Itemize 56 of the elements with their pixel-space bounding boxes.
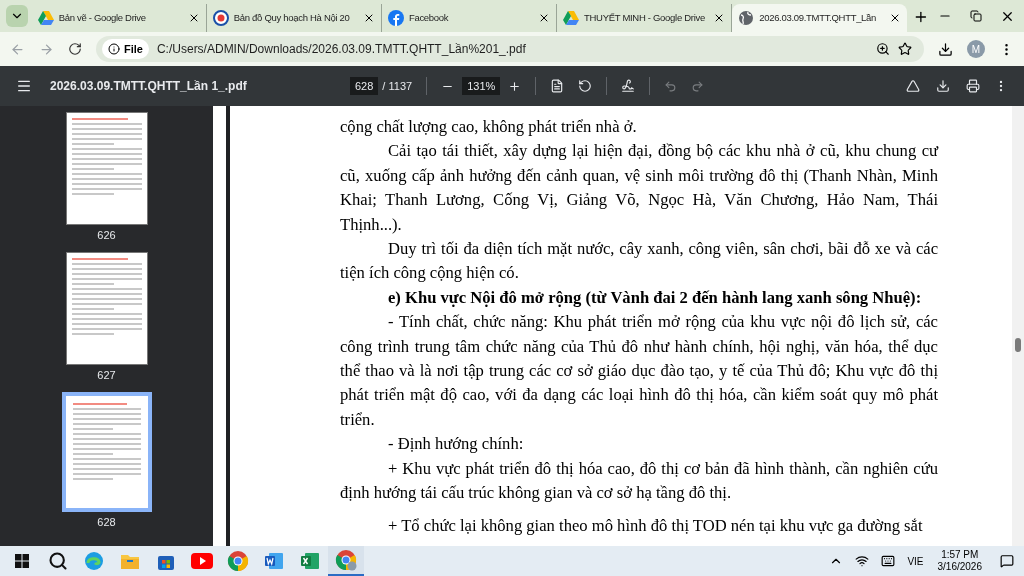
restore-icon[interactable]: [970, 10, 983, 22]
fit-page-icon[interactable]: [550, 79, 565, 93]
clock[interactable]: 1:57 PM 3/16/2026: [937, 549, 982, 573]
scrollbar[interactable]: [213, 106, 226, 546]
url-text: C:/Users/ADMIN/Downloads/2026.03.09.TMTT.QHTT_Lần%201_.pdf: [156, 41, 527, 58]
reload-icon[interactable]: [68, 42, 82, 56]
tab-title: Bản vẽ - Google Drive: [58, 10, 147, 25]
bookmark-star-icon[interactable]: [898, 42, 912, 56]
globe-icon: [738, 10, 755, 26]
page-thumbnail[interactable]: [65, 112, 148, 225]
address-bar[interactable]: File C:/Users/ADMIN/Downloads/2026.03.09.TMTT.QHTT_Lần%201_.pdf: [96, 36, 924, 62]
notifications-icon[interactable]: [1000, 554, 1014, 568]
zoom-icon[interactable]: [876, 42, 890, 56]
rotate-icon[interactable]: [578, 79, 593, 93]
download-icon[interactable]: [936, 79, 950, 93]
paragraph: - Tính chất, chức năng: Khu phát triển mở rộng của khu vực nội đô lịch sử, các công trình trung tâm chức năng của Thủ đô như hành chính, hội nghị, văn hóa, thể dục thể thao và là nơi tập trung các cơ sở giáo dục đào tạo, y tế của Thủ đô; Khu vực đô thị phát triển mật độ cao, với đa dạng các loại hình đô thị hóa, cần kiểm soát quy mô phát triển.: [340, 311, 938, 431]
tab-search-button[interactable]: [6, 5, 28, 27]
zoom-in-icon[interactable]: [508, 79, 522, 93]
page-number-label: 628: [97, 516, 116, 529]
browser-tab[interactable]: 2026.03.09.TMTT.QHTT_Lần: [732, 4, 908, 32]
paragraph: + Tổ chức lại không gian theo mô hình đô thị TOD nén tại khu vực ga đường sắt: [387, 514, 924, 537]
page-number-label: 626: [97, 229, 116, 242]
wifi-icon[interactable]: [855, 554, 870, 568]
site-info-chip[interactable]: File: [102, 39, 149, 59]
page-input[interactable]: 628: [350, 77, 379, 95]
undo-icon[interactable]: [664, 79, 678, 93]
page-thumbnail[interactable]: [65, 252, 148, 365]
tab-title: 2026.03.09.TMTT.QHTT_Lần: [759, 10, 878, 25]
tab-title: Bản đồ Quy hoạch Hà Nội 20: [233, 10, 351, 25]
drive-icon: [563, 11, 580, 25]
page-thumbnail[interactable]: [61, 392, 152, 512]
tab-title: Facebook: [408, 10, 450, 25]
tab-title: THUYẾT MINH - Google Drive: [584, 10, 706, 25]
page-total: / 1137: [382, 78, 413, 94]
map-logo-icon: [212, 10, 229, 26]
chrome-profile-icon[interactable]: [328, 546, 364, 576]
drive-icon: [37, 11, 54, 25]
document-title: 2026.03.09.TMTT.QHTT_Lần 1_.pdf: [50, 78, 248, 95]
info-icon: [108, 43, 120, 55]
zoom-input[interactable]: 131%: [462, 77, 501, 95]
paragraph: - Định hướng chính:: [387, 433, 525, 456]
facebook-icon: [387, 10, 404, 26]
paragraph: + Khu vực phát triển đô thị hóa cao, đô thị cơ bản đã hình thành, cần nghiên cứu định hướng tái cấu trúc không gian và cơ sở hạ tầng đô thị.: [340, 457, 938, 505]
menu-icon[interactable]: [16, 78, 32, 94]
print-icon[interactable]: [966, 79, 980, 93]
page-number-label: 627: [97, 369, 116, 382]
scrollbar[interactable]: [1012, 106, 1024, 546]
signature-icon[interactable]: [621, 79, 636, 93]
paragraph: Cải tạo tái thiết, xây dựng lại hiện đại, đồng bộ các khu nhà ở cũ, khu chung cư cũ, xuống cấp ảnh hưởng đến cảnh quan, vệ sinh môi trường đô thị (Thanh Nhàn, Minh Khai; Thanh Lương, Cống Vị, Giảng Võ, Ngọc Hà, Văn Chương, Hảo Nam, Thái Thịnh...).: [340, 140, 938, 236]
redo-icon[interactable]: [691, 79, 705, 93]
paragraph: cộng chất lượng cao, không phát triển nhà ở.: [340, 116, 638, 138]
language-indicator[interactable]: VIE: [907, 553, 924, 569]
download-icon[interactable]: [938, 41, 953, 57]
paragraph: Duy trì tối đa diện tích mặt nước, cây xanh, công viên, sân chơi, bãi đỗ xe và các tiện ích công cộng hiện có.: [340, 238, 938, 285]
section-heading: e) Khu vực Nội đô mở rộng (từ Vành đai 2 đến hành lang xanh sông Nhuệ):: [387, 286, 923, 309]
keyboard-icon[interactable]: [881, 554, 896, 568]
